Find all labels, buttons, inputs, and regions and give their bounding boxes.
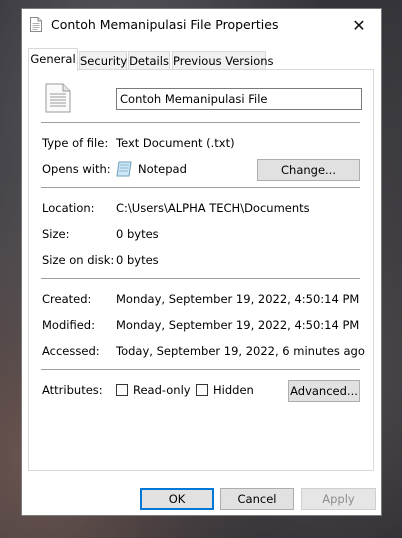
size-on-disk-value: 0 bytes <box>116 253 159 267</box>
divider <box>41 369 360 370</box>
change-button[interactable]: Change... <box>257 159 360 181</box>
file-name-input[interactable]: Contoh Memanipulasi File <box>116 88 362 110</box>
title-bar[interactable]: Contoh Memanipulasi File Properties ✕ <box>22 9 381 41</box>
opens-with-label: Opens with: <box>42 162 111 176</box>
text-file-icon <box>30 17 42 32</box>
opens-with-value: Notepad <box>138 162 187 176</box>
read-only-label: Read-only <box>133 383 191 397</box>
modified-value: Monday, September 19, 2022, 4:50:14 PM <box>116 318 360 332</box>
size-label: Size: <box>42 227 70 241</box>
tab-details[interactable]: Details <box>128 51 170 69</box>
ok-button[interactable]: OK <box>140 488 214 510</box>
tab-security[interactable]: Security <box>79 51 127 69</box>
location-value: C:\Users\ALPHA TECH\Documents <box>116 201 310 215</box>
attributes-label: Attributes: <box>42 383 103 397</box>
read-only-checkbox[interactable] <box>116 384 128 396</box>
tab-previous-versions[interactable]: Previous Versions <box>172 51 274 69</box>
advanced-button[interactable]: Advanced... <box>288 380 360 402</box>
tab-label: Previous Versions <box>173 54 274 68</box>
close-button[interactable]: ✕ <box>337 9 381 41</box>
accessed-label: Accessed: <box>42 344 100 358</box>
type-of-file-label: Type of file: <box>42 136 109 150</box>
type-of-file-value: Text Document (.txt) <box>116 136 235 150</box>
created-value: Monday, September 19, 2022, 4:50:14 PM <box>116 292 360 306</box>
tab-general[interactable]: General <box>28 48 78 71</box>
notepad-icon <box>116 161 133 177</box>
size-on-disk-label: Size on disk: <box>42 253 115 267</box>
close-icon: ✕ <box>352 15 366 35</box>
divider <box>41 278 360 279</box>
tab-label: General <box>30 52 76 66</box>
divider <box>41 122 360 123</box>
cancel-button[interactable]: Cancel <box>220 488 294 510</box>
created-label: Created: <box>42 292 92 306</box>
hidden-checkbox[interactable] <box>196 384 208 396</box>
text-document-icon <box>45 83 71 113</box>
properties-dialog: Contoh Memanipulasi File Properties ✕ Ge… <box>21 8 382 516</box>
window-title: Contoh Memanipulasi File Properties <box>51 17 279 32</box>
divider <box>41 187 360 188</box>
tab-label: Security <box>80 54 128 68</box>
modified-label: Modified: <box>42 318 95 332</box>
general-tab-panel: Contoh Memanipulasi File Type of file: T… <box>28 69 374 471</box>
accessed-value: Today, September 19, 2022, 6 minutes ago <box>116 344 365 358</box>
tab-label: Details <box>129 54 169 68</box>
apply-button[interactable]: Apply <box>301 488 376 510</box>
hidden-label: Hidden <box>213 383 254 397</box>
location-label: Location: <box>42 201 95 215</box>
size-value: 0 bytes <box>116 227 159 241</box>
